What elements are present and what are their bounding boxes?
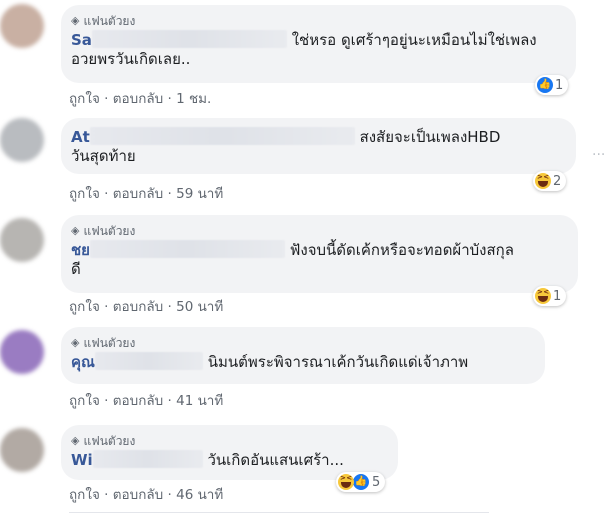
separator: ·	[167, 299, 172, 315]
like-reaction-icon: 👍	[352, 473, 370, 491]
reaction-count: 1	[555, 77, 564, 93]
comment-actions: ถูกใจ · ตอบกลับ · 46 นาที	[69, 483, 223, 505]
comment-actions: ถูกใจ · ตอบกลับ · 41 นาที	[69, 389, 223, 411]
like-link[interactable]: ถูกใจ	[69, 299, 100, 315]
diamond-icon: ◈	[71, 336, 80, 349]
haha-reaction-icon	[535, 173, 551, 189]
fan-badge: ◈ แฟนตัวยง	[71, 336, 136, 350]
commenter-name[interactable]: At	[71, 128, 90, 146]
comment-actions: ถูกใจ · ตอบกลับ · 59 นาที	[69, 182, 223, 204]
reaction-count: 5	[372, 474, 381, 490]
like-link[interactable]: ถูกใจ	[69, 393, 100, 409]
comment-text: สงสัยจะเป็นเพลงHBD	[359, 128, 501, 146]
reply-link[interactable]: ตอบกลับ	[113, 186, 163, 202]
reply-link[interactable]: ตอบกลับ	[113, 487, 163, 503]
avatar[interactable]	[0, 218, 44, 262]
fan-badge: ◈ แฟนตัวยง	[71, 434, 136, 448]
comment-text: ฟังจบนี้ดัดเค้กหรือจะทอดผ้าบังสกุล	[289, 241, 514, 259]
like-link[interactable]: ถูกใจ	[69, 186, 100, 202]
separator: ·	[104, 487, 109, 503]
haha-reaction-icon	[535, 288, 551, 304]
separator: ·	[104, 299, 109, 315]
diamond-icon: ◈	[71, 224, 80, 237]
like-link[interactable]: ถูกใจ	[69, 91, 100, 107]
redacted-name	[89, 127, 355, 145]
haha-reaction-icon	[338, 474, 354, 490]
comment-actions: ถูกใจ · ตอบกลับ · 1 ชม.	[69, 87, 211, 109]
reaction-summary[interactable]: 2	[533, 171, 567, 191]
avatar[interactable]	[0, 330, 44, 374]
timestamp[interactable]: 1 ชม.	[176, 91, 211, 107]
diamond-icon: ◈	[71, 14, 80, 27]
timestamp[interactable]: 50 นาที	[176, 299, 223, 315]
like-reaction-icon: 👍	[537, 77, 553, 93]
reaction-summary[interactable]: 1	[533, 286, 567, 306]
like-link[interactable]: ถูกใจ	[69, 487, 100, 503]
separator: ·	[167, 91, 172, 107]
separator: ·	[167, 487, 172, 503]
comment-bubble: ◈ แฟนตัวยง ชย ฟังจบนี้ดัดเค้กหรือจะทอดผ้…	[61, 215, 578, 293]
commenter-name[interactable]: ชย	[71, 241, 90, 259]
fan-badge: ◈ แฟนตัวยง	[71, 14, 136, 28]
redacted-name	[91, 30, 287, 48]
redacted-name	[89, 240, 285, 258]
comment-bubble: ◈ แฟนตัวยง คุณ นิมนต์พระพิจารณาเค้กวันเก…	[61, 327, 545, 384]
comment-text-line2: ดี	[71, 260, 81, 278]
comment-actions: ถูกใจ · ตอบกลับ · 50 นาที	[69, 295, 223, 317]
comment-text-line2: วันสุดท้าย	[71, 147, 136, 165]
separator: ·	[104, 91, 109, 107]
commenter-name[interactable]: คุณ	[71, 353, 95, 371]
avatar[interactable]	[0, 118, 44, 162]
comment-bubble: ◈ แฟนตัวยง Sa ใช่หรอ ดูเศร้าๆอยู่นะเหมือ…	[61, 5, 576, 83]
redacted-name	[92, 450, 203, 468]
timestamp[interactable]: 59 นาที	[176, 186, 223, 202]
reply-link[interactable]: ตอบกลับ	[113, 393, 163, 409]
comment-bubble: At สงสัยจะเป็นเพลงHBD วันสุดท้าย	[61, 118, 576, 174]
reaction-summary[interactable]: 👍 5	[336, 472, 386, 492]
commenter-name[interactable]: Wi	[71, 451, 93, 469]
separator: ·	[104, 393, 109, 409]
separator: ·	[167, 186, 172, 202]
comment-text: วันเกิดอันแสนเศร้า...	[207, 451, 344, 469]
next-comment-divider	[69, 512, 489, 513]
comment-text: ใช่หรอ ดูเศร้าๆอยู่นะเหมือนไม่ใช่เพลง	[291, 31, 537, 49]
comment-text: นิมนต์พระพิจารณาเค้กวันเกิดแด่เจ้าภาพ	[207, 353, 469, 371]
reply-link[interactable]: ตอบกลับ	[113, 299, 163, 315]
reply-link[interactable]: ตอบกลับ	[113, 91, 163, 107]
comment-text-line2: อวยพรวันเกิดเลย..	[71, 50, 191, 68]
fan-badge: ◈ แฟนตัวยง	[71, 224, 136, 238]
avatar[interactable]	[0, 4, 44, 48]
more-options-icon[interactable]: ···	[592, 147, 605, 163]
reaction-count: 2	[553, 173, 562, 189]
timestamp[interactable]: 41 นาที	[176, 393, 223, 409]
reaction-count: 1	[553, 288, 562, 304]
redacted-name	[94, 352, 203, 370]
commenter-name[interactable]: Sa	[71, 31, 92, 49]
separator: ·	[104, 186, 109, 202]
reaction-summary[interactable]: 👍 1	[535, 75, 569, 95]
diamond-icon: ◈	[71, 434, 80, 447]
timestamp[interactable]: 46 นาที	[176, 487, 223, 503]
avatar[interactable]	[0, 428, 44, 472]
separator: ·	[167, 393, 172, 409]
